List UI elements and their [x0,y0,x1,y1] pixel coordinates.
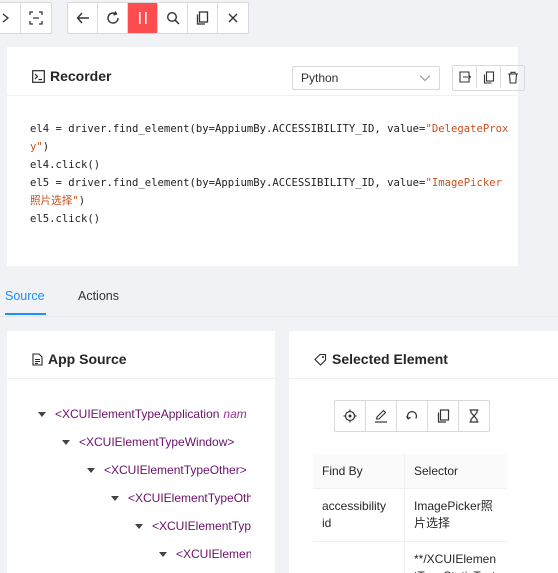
refresh-icon [106,11,120,25]
chevron-down-icon [419,74,431,82]
select-area-button[interactable] [21,3,51,33]
copy-icon [196,11,209,25]
trash-icon [507,71,519,84]
close-session-button[interactable] [218,3,248,33]
toolbar [0,0,558,34]
element-actions [334,400,490,432]
toolbar-main-group [67,2,249,34]
search-icon [166,11,180,25]
divider [289,378,558,379]
timing-button[interactable] [459,401,489,431]
copy-icon [437,409,450,423]
inspector-tabs: Source Actions [0,284,558,317]
recorder-header: Recorder Python [7,47,525,96]
pause-button[interactable] [128,3,158,33]
select-area-icon [29,11,43,25]
column-header-selector: Selector [404,454,507,489]
pause-icon [137,11,149,25]
selector-table: Find By Selector accessibility id ImageP… [313,454,507,573]
tag-icon [314,353,327,366]
back-button[interactable] [68,3,98,33]
table-row: **/XCUIElementTypeStaticText [313,541,507,573]
selected-element-panel: Selected Element Find By Selector access… [289,331,558,573]
column-header-find-by: Find By [313,454,405,489]
code-line: el4.click() [30,159,101,171]
tab-ink-bar [5,313,46,315]
tree-node[interactable]: <XCUIElementTypeWindow> [62,435,234,449]
caret-down-icon [87,467,95,473]
terminal-icon [32,69,45,83]
expand-button[interactable] [0,3,21,33]
source-tree: <XCUIElementTypeApplication nam <XCUIEle… [7,331,251,573]
tab-actions[interactable]: Actions [78,289,119,303]
edit-icon [374,409,388,423]
recorder-panel: Recorder Python el4 = driver.find_elemen… [7,47,525,266]
copy-icon [483,70,495,84]
toggle-boilerplate-button[interactable] [453,66,477,88]
app-source-panel: App Source <XCUIElementTypeApplication n… [7,331,275,573]
code-line: el4 = driver.find_element(by=AppiumBy.AC… [30,123,509,153]
hourglass-icon [468,409,480,423]
tree-node[interactable]: <XCUIElementTypeOther> [159,547,251,561]
tab-source[interactable]: Source [5,289,45,303]
caret-down-icon [135,523,143,529]
clear-button[interactable] [397,401,428,431]
send-keys-button[interactable] [366,401,397,431]
tap-icon [343,409,357,423]
code-line: el5 = driver.find_element(by=AppiumBy.AC… [30,177,502,207]
export-icon [458,71,471,83]
selected-element-title-text: Selected Element [332,351,448,367]
recorder-actions [452,65,525,91]
tap-button[interactable] [335,401,366,431]
toolbar-left-group [0,2,52,34]
tree-node[interactable]: <XCUIElementTypeOther> [87,463,247,477]
table-row: accessibility id ImagePicker照片选择 [313,488,507,542]
copy-attributes-button[interactable] [428,401,459,431]
copy-code-button[interactable] [477,66,501,88]
tree-node[interactable]: <XCUIElementTypeOther> [135,519,251,533]
tree-node[interactable]: <XCUIElementTypeOther> [111,491,251,505]
recorder-title-text: Recorder [50,68,112,84]
clear-recording-button[interactable] [501,66,524,88]
caret-down-icon [111,495,119,501]
tree-node[interactable]: <XCUIElementTypeApplication nam [38,407,247,421]
table-header-row: Find By Selector [313,454,507,489]
search-button[interactable] [158,3,188,33]
caret-down-icon [62,439,70,445]
find-by-cell: accessibility id [313,488,405,542]
close-icon [227,12,239,24]
copy-xml-button[interactable] [188,3,218,33]
find-by-cell [313,541,405,573]
recorder-title: Recorder [32,68,111,84]
code-line: el5.click() [30,213,101,225]
selected-element-title: Selected Element [314,351,448,367]
language-select[interactable]: Python [292,66,440,90]
back-arrow-icon [76,11,90,25]
undo-icon [405,409,419,423]
recorded-code: el4 = driver.find_element(by=AppiumBy.AC… [30,120,510,228]
caret-down-icon [159,551,167,557]
selector-cell[interactable]: **/XCUIElementTypeStaticText [404,541,507,573]
caret-down-icon [38,411,46,417]
expand-icon [0,12,12,24]
refresh-button[interactable] [98,3,128,33]
selector-cell[interactable]: ImagePicker照片选择 [404,488,507,542]
language-select-value: Python [301,71,339,85]
